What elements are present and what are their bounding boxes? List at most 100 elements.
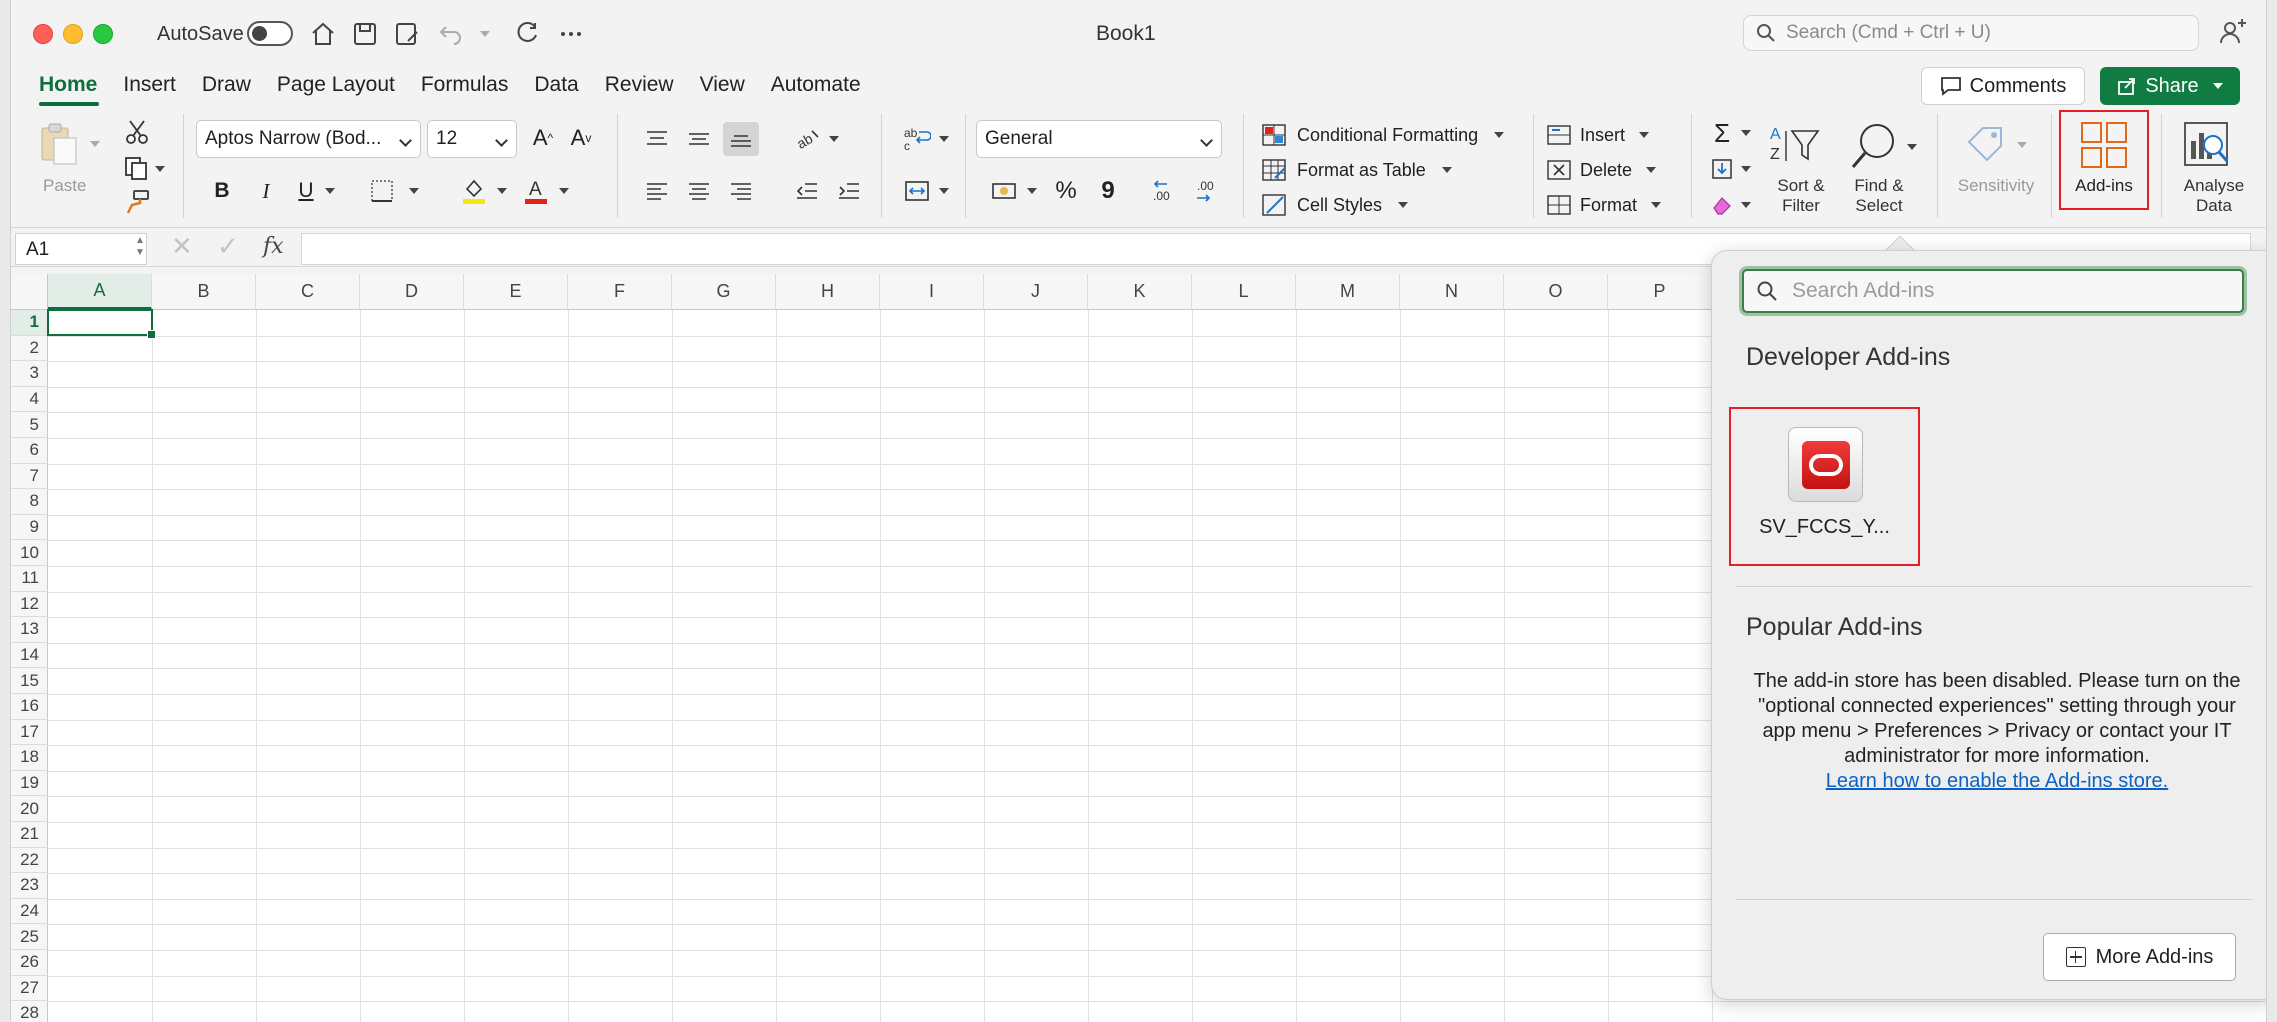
tab-review[interactable]: Review <box>595 70 690 110</box>
addins-highlight[interactable]: Add-ins <box>2059 110 2149 210</box>
row-header[interactable]: 21 <box>11 822 48 848</box>
column-header[interactable]: D <box>360 274 464 310</box>
share-dropdown-icon[interactable] <box>2212 83 2223 89</box>
percent-style-button[interactable]: % <box>1051 176 1081 206</box>
merge-dropdown-icon[interactable] <box>937 184 951 198</box>
close-window-button[interactable] <box>33 24 53 44</box>
cut-icon[interactable] <box>123 118 151 146</box>
increase-decimal-icon[interactable]: .00 <box>1149 176 1183 206</box>
paste-dropdown-icon[interactable] <box>87 136 103 152</box>
tab-formulas[interactable]: Formulas <box>411 70 525 110</box>
column-header[interactable]: B <box>152 274 256 310</box>
zoom-window-button[interactable] <box>93 24 113 44</box>
column-header[interactable]: A <box>48 274 152 310</box>
column-header[interactable]: P <box>1608 274 1712 310</box>
insert-function-button[interactable]: fx <box>263 234 284 259</box>
row-header[interactable]: 7 <box>11 463 48 490</box>
row-header[interactable]: 25 <box>11 924 48 950</box>
format-as-table-button[interactable]: Format as Table <box>1261 155 1452 185</box>
selected-cell-a1[interactable] <box>47 309 156 339</box>
borders-dropdown-icon[interactable] <box>407 184 421 198</box>
copy-icon[interactable] <box>121 154 151 182</box>
row-header[interactable]: 19 <box>11 770 48 797</box>
italic-button[interactable]: I <box>251 176 281 206</box>
row-header[interactable]: 10 <box>11 540 48 566</box>
cancel-entry-icon[interactable]: ✕ <box>171 231 193 262</box>
fill-color-dropdown-icon[interactable] <box>495 184 509 198</box>
font-size-select[interactable]: 12 <box>427 120 517 158</box>
column-header[interactable]: C <box>256 274 360 310</box>
decrease-indent-icon[interactable] <box>791 176 823 206</box>
redo-icon[interactable] <box>511 18 543 50</box>
addins-search-box[interactable] <box>1742 269 2244 313</box>
conditional-formatting-button[interactable]: Conditional Formatting <box>1261 120 1505 150</box>
developer-addin-tile[interactable]: SV_FCCS_Y... <box>1729 407 1920 566</box>
format-cells-button[interactable]: Format <box>1546 190 1662 220</box>
column-header[interactable]: L <box>1192 274 1296 310</box>
row-header[interactable]: 15 <box>11 668 48 694</box>
comma-style-button[interactable]: 9 <box>1093 176 1123 206</box>
addins-search-input[interactable] <box>1792 279 2232 303</box>
tab-home[interactable]: Home <box>29 70 113 110</box>
tab-automate[interactable]: Automate <box>761 70 877 110</box>
find-select-icon[interactable] <box>1847 120 1903 172</box>
row-header[interactable]: 5 <box>11 412 48 438</box>
column-header[interactable]: O <box>1504 274 1608 310</box>
underline-dropdown-icon[interactable] <box>323 184 337 198</box>
accounting-dropdown-icon[interactable] <box>1025 184 1039 198</box>
save-as-icon[interactable] <box>391 18 423 50</box>
share-button[interactable]: Share <box>2100 67 2240 105</box>
copy-dropdown-icon[interactable] <box>153 162 167 176</box>
column-header[interactable]: G <box>672 274 776 310</box>
row-header[interactable]: 28 <box>11 1001 48 1022</box>
font-name-select[interactable]: Aptos Narrow (Bod... <box>196 120 421 158</box>
row-header[interactable]: 8 <box>11 489 48 515</box>
row-header[interactable]: 23 <box>11 873 48 899</box>
fill-icon[interactable] <box>1707 154 1737 184</box>
undo-icon[interactable] <box>435 18 467 50</box>
column-header[interactable]: K <box>1088 274 1192 310</box>
clear-dropdown-icon[interactable] <box>1739 198 1753 212</box>
column-header[interactable]: I <box>880 274 984 310</box>
align-left-icon[interactable] <box>641 176 673 206</box>
undo-dropdown-icon[interactable] <box>477 18 493 50</box>
cell-styles-button[interactable]: Cell Styles <box>1261 190 1409 220</box>
row-header[interactable]: 2 <box>11 335 48 362</box>
borders-icon[interactable] <box>367 176 397 206</box>
sensitivity-dropdown-icon[interactable] <box>2015 138 2029 152</box>
column-header[interactable]: F <box>568 274 672 310</box>
minimize-window-button[interactable] <box>63 24 83 44</box>
fill-dropdown-icon[interactable] <box>1739 162 1753 176</box>
bold-button[interactable]: B <box>207 176 237 206</box>
learn-more-link[interactable]: Learn how to enable the Add-ins store. <box>1752 769 2242 794</box>
decrease-font-size-button[interactable]: Av <box>565 122 597 154</box>
align-center-icon[interactable] <box>683 176 715 206</box>
row-header[interactable]: 26 <box>11 950 48 976</box>
insert-cells-button[interactable]: Insert <box>1546 120 1650 150</box>
accounting-format-icon[interactable] <box>989 176 1021 206</box>
row-header[interactable]: 17 <box>11 719 48 746</box>
format-painter-icon[interactable] <box>123 188 151 216</box>
font-color-dropdown-icon[interactable] <box>557 184 571 198</box>
underline-button[interactable]: U <box>291 176 321 206</box>
column-header[interactable]: H <box>776 274 880 310</box>
find-select-dropdown-icon[interactable] <box>1905 140 1919 154</box>
row-header[interactable]: 14 <box>11 642 48 669</box>
paste-icon[interactable] <box>35 120 81 166</box>
search-box[interactable] <box>1743 15 2199 51</box>
align-top-icon[interactable] <box>641 124 673 154</box>
increase-font-size-button[interactable]: A ^ <box>527 122 559 154</box>
row-header[interactable]: 3 <box>11 361 48 387</box>
wrap-text-icon[interactable]: ab c <box>901 124 933 154</box>
row-header[interactable]: 18 <box>11 745 48 771</box>
select-all-corner[interactable] <box>11 274 48 310</box>
name-box-stepper-icon[interactable]: ▲ ▼ <box>135 235 145 259</box>
account-icon[interactable] <box>2218 18 2250 50</box>
autosave-toggle[interactable] <box>247 21 293 46</box>
row-header[interactable]: 24 <box>11 898 48 925</box>
number-format-select[interactable]: General <box>976 120 1222 158</box>
row-header[interactable]: 1 <box>11 310 48 336</box>
autosum-dropdown-icon[interactable] <box>1739 126 1753 140</box>
font-color-icon[interactable]: A <box>521 176 551 206</box>
column-header[interactable]: J <box>984 274 1088 310</box>
